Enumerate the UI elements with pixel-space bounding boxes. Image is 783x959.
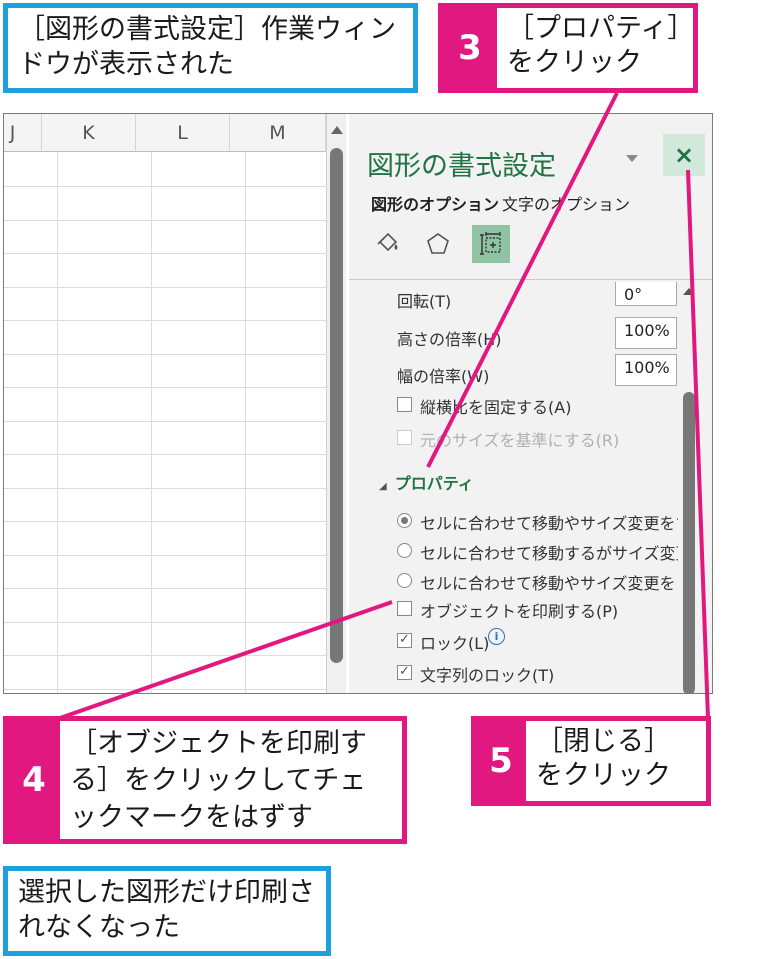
- callout-window-shown-text: ［図形の書式設定］作業ウィンドウが表示された: [18, 14, 396, 80]
- step4-number: 4: [8, 721, 60, 839]
- excel-screenshot: J K L M 図形の書式設定 × 図形のオプション 文字のオプション 回転(T…: [3, 113, 713, 694]
- pane-options-chevron-down-icon[interactable]: [626, 155, 638, 162]
- tab-text-options[interactable]: 文字のオプション: [502, 191, 630, 215]
- collapse-triangle-icon: ◢: [379, 481, 387, 492]
- locked-label: ロック(L): [420, 634, 490, 653]
- step5-number: 5: [476, 721, 526, 801]
- callout-result-text: 選択した図形だけ印刷されなくなった: [18, 877, 315, 943]
- row-gridline: [4, 521, 326, 522]
- column-gridline: [245, 152, 246, 693]
- row-gridline: [4, 655, 326, 656]
- height-scale-label: 高さの倍率(H): [397, 330, 502, 349]
- format-shape-pane: 図形の書式設定 × 図形のオプション 文字のオプション 回転(T) 0° 高さの…: [349, 114, 712, 693]
- radio-move-no-size-label: セルに合わせて移動するがサイズ変更はしな: [420, 544, 678, 563]
- rotation-input[interactable]: 0°: [615, 282, 677, 306]
- properties-section-header[interactable]: ◢ プロパティ: [379, 470, 474, 494]
- column-header-k[interactable]: K: [42, 114, 136, 152]
- column-label: J: [9, 121, 16, 144]
- row-gridline: [4, 555, 326, 556]
- scroll-thumb[interactable]: [330, 148, 343, 663]
- row-gridline: [4, 387, 326, 388]
- row-gridline: [4, 622, 326, 623]
- row-gridline: [4, 220, 326, 221]
- callout-step3: 3 ［プロパティ］をクリック: [438, 3, 698, 93]
- column-label: M: [269, 121, 286, 144]
- relative-original-label: 元のサイズを基準にする(R): [420, 431, 620, 450]
- row-gridline: [4, 421, 326, 422]
- height-scale-input[interactable]: 100%: [615, 317, 677, 349]
- pentagon-icon: [427, 233, 449, 254]
- tab-shape-options[interactable]: 図形のオプション: [371, 191, 499, 215]
- worksheet-grid: J K L M: [4, 114, 326, 693]
- row-gridline: [4, 454, 326, 455]
- lock-text-checkbox[interactable]: ✓: [397, 665, 412, 680]
- column-gridline: [151, 152, 152, 693]
- scroll-up-arrow-icon[interactable]: [331, 126, 343, 134]
- radio-move-and-size[interactable]: [397, 513, 412, 528]
- callout-step5: 5 ［閉じる］をクリック: [471, 716, 711, 806]
- width-scale-label: 幅の倍率(W): [397, 367, 490, 386]
- row-gridline: [4, 186, 326, 187]
- step3-text: ［プロパティ］をクリック: [507, 13, 681, 78]
- column-gridline: [57, 152, 58, 693]
- column-label: L: [177, 121, 188, 144]
- row-gridline: [4, 488, 326, 489]
- info-glyph: i: [494, 630, 499, 643]
- step4-text: ［オブジェクトを印刷する］をクリックしてチェックマークをはずす: [70, 728, 367, 833]
- lock-aspect-checkbox[interactable]: [397, 397, 412, 412]
- close-pane-button[interactable]: ×: [663, 134, 705, 176]
- size-properties-button[interactable]: [472, 225, 510, 263]
- info-icon[interactable]: i: [488, 628, 505, 645]
- properties-section-title: プロパティ: [394, 474, 474, 493]
- column-header-j[interactable]: J: [4, 114, 42, 152]
- row-gridline: [4, 588, 326, 589]
- lock-aspect-label: 縦横比を固定する(A): [420, 398, 572, 417]
- rotation-label: 回転(T): [397, 292, 452, 311]
- callout-step4: 4 ［オブジェクトを印刷する］をクリックしてチェックマークをはずす: [3, 716, 407, 844]
- callout-window-shown: ［図形の書式設定］作業ウィンドウが表示された: [3, 3, 418, 93]
- pane-scrollbar[interactable]: [683, 284, 695, 693]
- radio-move-and-size-label: セルに合わせて移動やサイズ変更をする(S): [420, 514, 678, 533]
- row-gridline: [4, 354, 326, 355]
- fill-line-button[interactable]: [369, 225, 407, 263]
- row-gridline: [4, 320, 326, 321]
- width-scale-input[interactable]: 100%: [615, 354, 677, 386]
- row-gridline: [4, 287, 326, 288]
- locked-checkbox[interactable]: ✓: [397, 633, 412, 648]
- print-object-label: オブジェクトを印刷する(P): [420, 602, 619, 621]
- column-header-l[interactable]: L: [136, 114, 230, 152]
- callout-result: 選択した図形だけ印刷されなくなった: [3, 866, 331, 956]
- row-gridline: [4, 689, 326, 690]
- sheet-scrollbar[interactable]: [326, 114, 346, 693]
- pane-scroll-thumb[interactable]: [683, 392, 695, 693]
- column-header-m[interactable]: M: [230, 114, 326, 152]
- size-properties-icon: [480, 232, 501, 255]
- effects-button[interactable]: [419, 225, 457, 263]
- step3-number: 3: [443, 8, 497, 88]
- pane-scroll-up-arrow-icon[interactable]: [683, 288, 695, 295]
- row-gridline: [4, 253, 326, 254]
- print-object-checkbox[interactable]: [397, 601, 412, 616]
- column-label: K: [82, 121, 95, 144]
- radio-no-move-no-size[interactable]: [397, 573, 412, 588]
- pane-divider: [349, 279, 712, 280]
- radio-no-move-no-size-label: セルに合わせて移動やサイズ変更をしない(: [420, 574, 678, 593]
- lock-text-label: 文字列のロック(T): [420, 666, 555, 685]
- paint-bucket-icon: [377, 232, 398, 252]
- pane-title: 図形の書式設定: [367, 151, 556, 182]
- relative-original-checkbox[interactable]: [397, 430, 412, 445]
- step5-text: ［閉じる］をクリック: [536, 726, 671, 791]
- radio-move-no-size[interactable]: [397, 543, 412, 558]
